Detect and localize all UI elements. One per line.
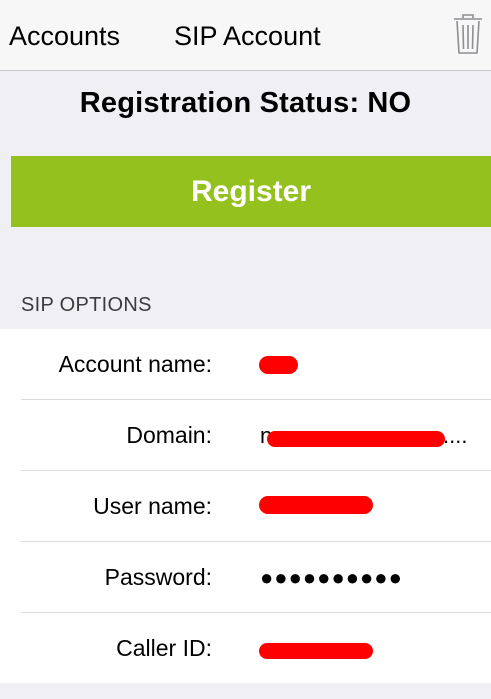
redaction-mark	[267, 431, 445, 447]
sip-account-screen: Accounts SIP Account Registration Status…	[0, 0, 491, 699]
bottom-background	[0, 683, 491, 699]
registration-status-value: NO	[367, 87, 412, 119]
page-title: SIP Account	[174, 21, 321, 51]
trash-icon[interactable]	[451, 12, 485, 56]
domain-value-ellipsis: ....	[443, 423, 468, 448]
account-name-row[interactable]: Account name:	[0, 329, 491, 400]
registration-status-label: Registration Status:	[79, 87, 360, 119]
password-field[interactable]: ●●●●●●●●●●	[260, 542, 482, 613]
caller-id-row[interactable]: Caller ID:	[0, 613, 491, 684]
password-label: Password:	[104, 564, 212, 590]
navigation-bar: Accounts SIP Account	[0, 0, 491, 71]
registration-status: Registration Status: NO	[0, 85, 491, 121]
domain-row[interactable]: Domain: n ....	[0, 400, 491, 471]
back-to-accounts-button[interactable]: Accounts	[9, 20, 120, 52]
redaction-mark	[259, 496, 373, 514]
redaction-mark	[259, 643, 373, 659]
account-name-label: Account name:	[58, 351, 212, 377]
sip-options-header: SIP OPTIONS	[21, 294, 152, 316]
domain-label: Domain:	[126, 422, 212, 448]
user-name-label: User name:	[93, 493, 212, 519]
redaction-mark	[259, 356, 298, 374]
user-name-row[interactable]: User name:	[0, 471, 491, 542]
password-row[interactable]: Password: ●●●●●●●●●●	[0, 542, 491, 613]
register-button[interactable]: Register	[11, 156, 491, 227]
caller-id-label: Caller ID:	[116, 635, 212, 661]
sip-options-table: Account name: Domain: n .... User name: …	[0, 329, 491, 683]
